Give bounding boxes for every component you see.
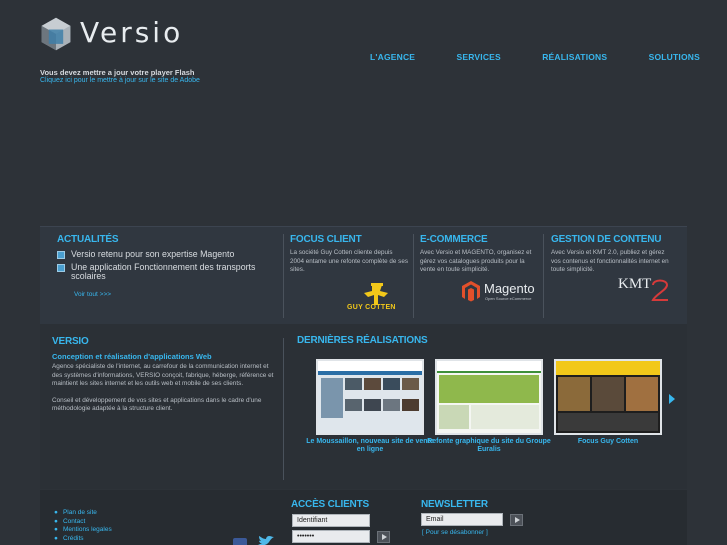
main-nav: L'AGENCE SERVICES RÉALISATIONS SOLUTIONS xyxy=(370,52,700,62)
login-submit-button[interactable] xyxy=(377,531,390,543)
realisation-thumbnail[interactable] xyxy=(316,359,424,435)
newsletter-submit-button[interactable] xyxy=(510,514,523,526)
news-item[interactable]: Une application Fonctionnement des trans… xyxy=(57,262,279,282)
bullet-icon xyxy=(57,251,65,259)
realisation-thumbnail[interactable] xyxy=(554,359,662,435)
carousel-next-icon[interactable] xyxy=(668,393,676,405)
magento-logo-text: Magento xyxy=(484,281,535,296)
kmt-2-logo-icon[interactable] xyxy=(650,278,670,302)
guy-cotten-logo-text: GUY COTTEN xyxy=(347,304,396,311)
realisations-title: DERNIÈRES RÉALISATIONS xyxy=(297,335,428,346)
versio-paragraph: Conseil et développement de vos sites et… xyxy=(52,396,262,413)
ecommerce-section: E-COMMERCE Avec Versio et MAGENTO, organ… xyxy=(420,234,538,275)
gestion-section: GESTION DE CONTENU Avec Versio et KMT 2.… xyxy=(551,234,669,275)
bullet-icon xyxy=(57,263,65,272)
actualites-section: ACTUALITÉS Versio retenu pour son expert… xyxy=(57,234,279,298)
newsletter-title: NEWSLETTER xyxy=(421,499,488,510)
ecommerce-title[interactable]: E-COMMERCE xyxy=(420,234,538,245)
realisation-thumbnail[interactable] xyxy=(435,359,543,435)
nav-realisations[interactable]: RÉALISATIONS xyxy=(542,52,607,62)
password-input[interactable]: ••••••• xyxy=(292,530,370,543)
realisation-caption[interactable]: Le Moussaillon, nouveau site de vente en… xyxy=(305,438,435,454)
versio-logo-icon[interactable] xyxy=(38,16,74,52)
versio-subtitle: Conception et réalisation d'applications… xyxy=(52,352,212,361)
divider xyxy=(543,234,544,318)
news-item[interactable]: Versio retenu pour son expertise Magento xyxy=(57,249,279,260)
nav-solutions[interactable]: SOLUTIONS xyxy=(649,52,700,62)
kmt-logo-text: KMT xyxy=(618,276,652,292)
magento-logo-icon[interactable] xyxy=(461,280,481,302)
realisation-caption[interactable]: Focus Guy Cotten xyxy=(543,438,673,446)
focus-client-text: La société Guy Cotten cliente depuis 200… xyxy=(290,249,408,274)
versio-paragraph: Agence spécialiste de l'internet, au car… xyxy=(52,363,274,388)
versio-section: VERSIO Conception et réalisation d'appli… xyxy=(52,336,277,414)
footer-link-plan[interactable]: ● Plan de site xyxy=(54,509,112,518)
flash-warning: Vous devez mettre a jour votre player Fl… xyxy=(40,68,195,77)
login-input[interactable]: Identifiant xyxy=(292,514,370,527)
newsletter-email-input[interactable]: Email xyxy=(421,513,503,526)
brand-name[interactable]: Versio xyxy=(80,16,183,49)
voir-tout-link[interactable]: Voir tout >>> xyxy=(74,291,279,298)
gestion-title[interactable]: GESTION DE CONTENU xyxy=(551,234,669,245)
acces-clients-title: ACCÈS CLIENTS xyxy=(291,499,369,510)
footer-link-credits[interactable]: ● Crédits xyxy=(54,535,112,544)
nav-agence[interactable]: L'AGENCE xyxy=(370,52,415,62)
realisation-caption[interactable]: Refonte graphique du site du Groupe Eura… xyxy=(424,438,554,454)
ecommerce-text: Avec Versio et MAGENTO, organisez et gér… xyxy=(420,249,532,274)
divider xyxy=(283,338,284,480)
versio-title: VERSIO xyxy=(52,336,89,347)
facebook-icon[interactable] xyxy=(233,538,247,545)
footer-link-mentions[interactable]: ● Mentions legales xyxy=(54,526,112,535)
nav-services[interactable]: SERVICES xyxy=(456,52,500,62)
unsubscribe-link[interactable]: [ Pour se désabonner ] xyxy=(422,529,488,536)
magento-logo-sub: Open Source eCommerce xyxy=(485,296,532,301)
focus-client-section: FOCUS CLIENT La société Guy Cotten clien… xyxy=(290,234,408,275)
footer-links: ● Plan de site ● Contact ● Mentions legales… xyxy=(54,509,112,543)
footer-link-contact[interactable]: ● Contact xyxy=(54,518,112,527)
divider xyxy=(413,234,414,318)
actualites-title: ACTUALITÉS xyxy=(57,234,119,245)
divider xyxy=(283,234,284,318)
flash-update-link[interactable]: Cliquez ici pour le mettre à jour sur le… xyxy=(40,77,200,84)
focus-client-title[interactable]: FOCUS CLIENT xyxy=(290,234,408,245)
twitter-icon[interactable] xyxy=(257,535,275,545)
gestion-text: Avec Versio et KMT 2.0, publiez et gérez… xyxy=(551,249,669,274)
